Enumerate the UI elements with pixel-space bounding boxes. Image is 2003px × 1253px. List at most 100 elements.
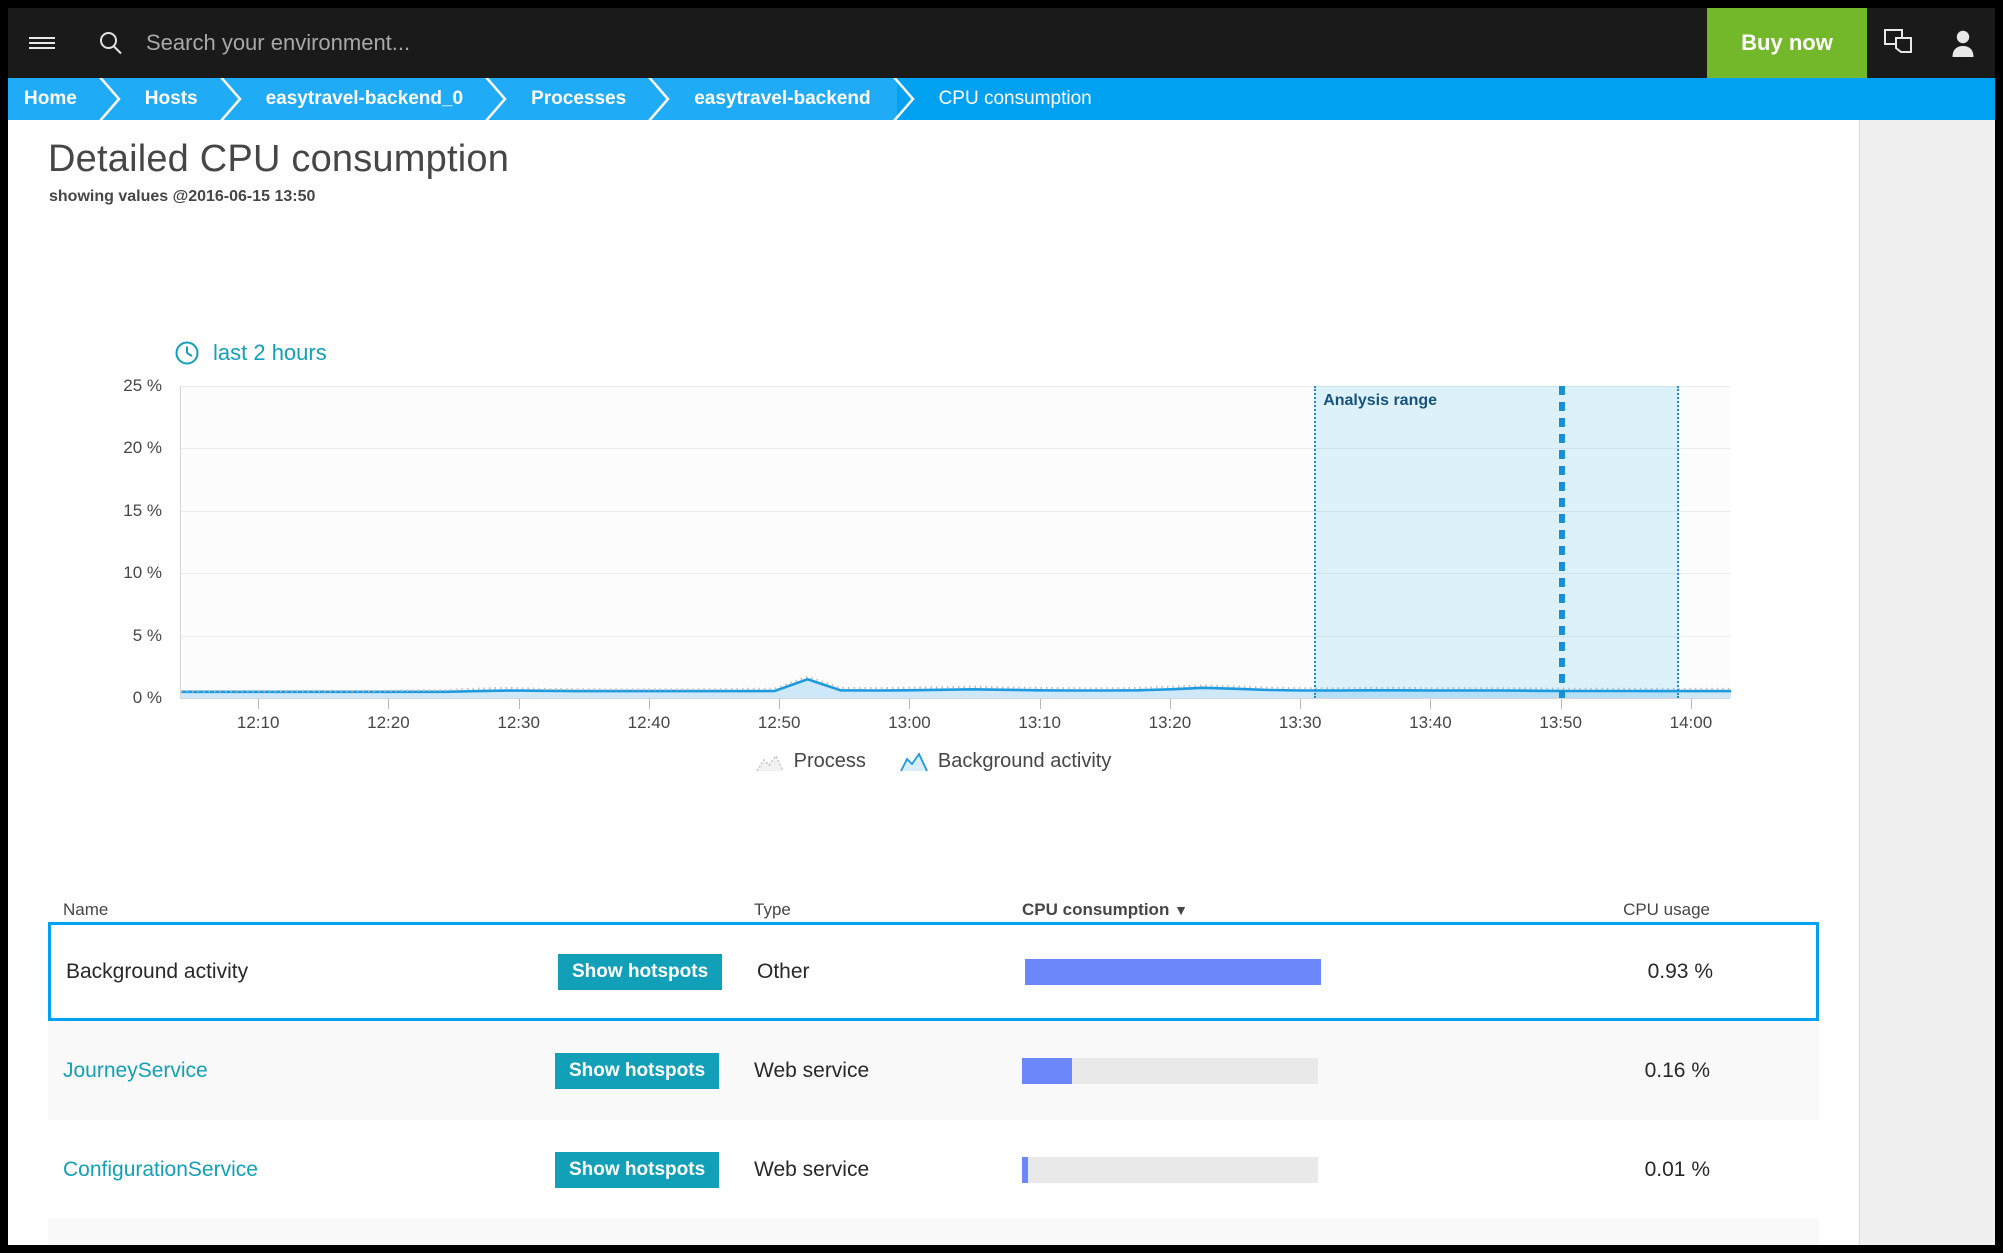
table-row[interactable]: AuthenticationServiceShow hotspotsWeb se… <box>48 1219 1819 1245</box>
breadcrumb-separator <box>485 78 512 120</box>
x-axis-tick <box>1560 699 1562 709</box>
x-axis-tick <box>909 699 911 709</box>
cell-cpu-usage: 0.93 % <box>1647 959 1713 983</box>
column-header-label: CPU usage <box>1623 900 1710 919</box>
x-axis-tick <box>648 699 650 709</box>
y-axis-tick-label: 25 % <box>123 376 162 395</box>
breadcrumb-item-home[interactable]: Home <box>8 78 103 120</box>
breadcrumb-item-host[interactable]: easytravel-backend_0 <box>245 78 490 120</box>
breadcrumb-separator <box>892 78 919 120</box>
selected-time-marker[interactable] <box>1558 386 1565 698</box>
legend-label: Process <box>793 750 866 772</box>
x-axis-tick <box>1690 699 1692 709</box>
process-area-icon <box>755 751 784 773</box>
cpu-consumption-chart[interactable]: 0 % 5 % 10 % 15 % 20 % 25 % Analysis range 12… <box>48 376 1808 732</box>
hamburger-menu-icon[interactable] <box>8 8 76 78</box>
background-activity-area-icon <box>900 751 928 773</box>
x-axis-tick-label: 12:20 <box>367 713 410 732</box>
cpu-breakdown-table: Name Type CPU consumption ▼ CPU usage Ba <box>48 880 1819 1245</box>
chart-legend: Process Background activity <box>8 750 1859 773</box>
table-body: Background activity Show hotspots Other 0.9… <box>48 922 1819 1245</box>
cell-name: ConfigurationService Show hotspots <box>48 1151 754 1188</box>
search-input[interactable] <box>146 30 1046 56</box>
x-axis-tick-label: 12:50 <box>757 713 801 732</box>
y-axis-tick-label: 5 % <box>132 625 162 645</box>
y-axis-tick-label: 0 % <box>132 688 162 707</box>
cell-type: Web service <box>754 1157 870 1181</box>
x-axis-tick <box>1039 699 1041 709</box>
x-axis-tick <box>1300 699 1302 709</box>
timeframe-label: last 2 hours <box>213 340 327 365</box>
cell-cpu-consumption <box>1022 1057 1318 1084</box>
windows-chat-icon[interactable] <box>1867 8 1931 78</box>
x-axis-tick-label: 13:30 <box>1278 713 1322 732</box>
row-name-link[interactable]: ConfigurationService <box>63 1158 555 1182</box>
x-axis-tick-label: 13:50 <box>1539 713 1582 732</box>
chart-y-axis: 0 % 5 % 10 % 15 % 20 % 25 % <box>48 376 176 716</box>
cpu-consumption-bar-fill <box>1025 958 1321 985</box>
x-axis-tick-label: 12:10 <box>236 713 280 732</box>
y-axis-tick-label: 15 % <box>123 500 162 520</box>
page-title: Detailed CPU consumption <box>48 138 510 180</box>
cpu-consumption-bar-track <box>1022 1156 1318 1183</box>
analysis-range-band[interactable]: Analysis range <box>1314 386 1679 698</box>
cpu-consumption-bar-track <box>1025 958 1321 985</box>
row-name-link[interactable]: JourneyService <box>63 1059 555 1083</box>
legend-item-process[interactable]: Process <box>755 750 866 773</box>
column-header-cpu-usage[interactable]: CPU usage <box>1312 900 1732 926</box>
cpu-consumption-bar-fill <box>1022 1156 1028 1183</box>
table-header-row: Name Type CPU consumption ▼ CPU usage <box>48 880 1819 926</box>
search-icon <box>98 30 124 56</box>
show-hotspots-button[interactable]: Show hotspots <box>555 1151 720 1188</box>
timeframe-selector[interactable]: last 2 hours <box>174 340 327 366</box>
x-axis-tick-label: 12:30 <box>497 713 540 732</box>
buy-now-button[interactable]: Buy now <box>1707 8 1867 78</box>
breadcrumb-separator <box>648 78 675 120</box>
x-axis-tick <box>518 699 520 709</box>
cell-cpu-consumption <box>1022 1156 1318 1183</box>
column-header-cpu-consumption[interactable]: CPU consumption ▼ <box>1022 900 1312 926</box>
breadcrumb-separator <box>219 78 246 120</box>
column-header-name[interactable]: Name <box>48 900 754 926</box>
global-search[interactable] <box>76 8 1707 78</box>
show-hotspots-button[interactable]: Show hotspots <box>558 953 723 990</box>
chart-plot-area[interactable]: Analysis range <box>180 386 1731 698</box>
table-row[interactable]: ConfigurationService Show hotspots Web ser… <box>48 1120 1819 1219</box>
user-avatar-icon[interactable] <box>1931 8 1995 78</box>
breadcrumb-item-processes[interactable]: Processes <box>511 78 653 120</box>
breadcrumb-item-current: CPU consumption <box>918 78 1118 120</box>
x-axis-tick-label: 13:20 <box>1148 713 1192 732</box>
content-card: Detailed CPU consumption showing values … <box>8 120 1859 1245</box>
cell-type: Other <box>757 959 810 983</box>
table-row[interactable]: JourneyService Show hotspots Web service 0.… <box>48 1021 1819 1120</box>
x-axis-tick-label: 13:40 <box>1409 713 1452 732</box>
clock-icon <box>174 340 200 366</box>
column-header-type[interactable]: Type <box>754 900 1032 926</box>
breadcrumb-separator <box>98 78 125 120</box>
table-row[interactable]: Background activity Show hotspots Other 0.9… <box>48 922 1819 1021</box>
x-axis-tick <box>1430 699 1432 709</box>
legend-label: Background activity <box>937 750 1112 772</box>
cell-cpu-consumption <box>1025 958 1321 985</box>
breadcrumb-item-hosts[interactable]: Hosts <box>124 78 224 120</box>
cell-cpu-usage: 0.16 % <box>1644 1058 1710 1082</box>
page-subtitle: showing values @2016-06-15 13:50 <box>49 188 316 205</box>
sort-descending-icon: ▼ <box>1174 902 1188 918</box>
breadcrumb: Home Hosts easytravel-backend_0 Processe… <box>8 78 1995 120</box>
page-gutter <box>1859 120 1995 1245</box>
top-navigation-bar: Buy now <box>8 8 1995 78</box>
x-axis-tick-label: 12:40 <box>627 713 671 732</box>
breadcrumb-item-process[interactable]: easytravel-backend <box>674 78 897 120</box>
y-axis-tick-label: 10 % <box>123 563 162 583</box>
column-header-label: Name <box>63 900 109 919</box>
row-name-text: Background activity <box>66 959 249 983</box>
cpu-consumption-bar-track <box>1022 1057 1318 1084</box>
x-axis-tick-label: 13:10 <box>1018 713 1061 732</box>
column-header-label: Type <box>754 900 791 919</box>
legend-item-background-activity[interactable]: Background activity <box>900 750 1111 773</box>
x-axis-tick <box>388 699 390 709</box>
x-axis-tick <box>779 699 781 709</box>
chart-x-axis: 12:10 12:20 12:30 12:40 12:50 13:00 13:10 13:20… <box>180 698 1730 744</box>
show-hotspots-button[interactable]: Show hotspots <box>555 1052 720 1089</box>
cell-name: JourneyService Show hotspots <box>48 1052 754 1089</box>
